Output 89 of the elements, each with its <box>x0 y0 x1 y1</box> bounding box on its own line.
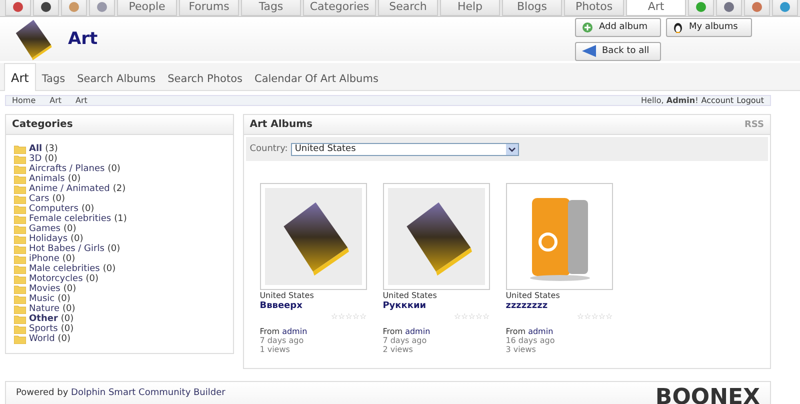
category-link[interactable]: iPhone <box>29 254 60 264</box>
header-button[interactable]: Back to all <box>575 42 661 60</box>
sub-tab[interactable]: Tags <box>36 67 72 91</box>
header-button[interactable]: Add album <box>575 18 661 36</box>
category-count: (1) <box>114 214 127 224</box>
category-count: (0) <box>70 234 84 244</box>
from-label: From <box>260 327 281 336</box>
category-count: (0) <box>108 164 120 174</box>
album-country: United States <box>382 291 438 300</box>
album-title[interactable]: Рукккии <box>382 301 490 311</box>
nav-tab[interactable]: Categories <box>303 0 376 16</box>
category-link[interactable]: Anime / Animated <box>29 184 110 194</box>
category-link[interactable]: Holidays <box>29 234 68 244</box>
category-count: (0) <box>44 154 58 164</box>
category-count: (0) <box>63 224 76 234</box>
nav-tab[interactable]: Blogs <box>502 0 562 16</box>
page-title: Art <box>68 29 99 49</box>
sub-tab[interactable]: Art <box>4 63 36 91</box>
category-count: (0) <box>58 334 71 344</box>
category-link[interactable]: Male celebrities <box>29 264 100 274</box>
breadcrumb-link[interactable]: Home <box>12 96 50 105</box>
category-count: (0) <box>63 284 76 294</box>
category-link[interactable]: Aircrafts / Planes <box>29 164 105 174</box>
account-link[interactable]: Logout <box>736 96 764 105</box>
category-link[interactable]: Movies <box>29 284 60 294</box>
author-link[interactable]: admin <box>405 327 430 336</box>
nav-tab[interactable]: Tags <box>241 0 301 16</box>
album-age: 16 days ago <box>506 336 556 345</box>
album-views: 3 views <box>506 345 537 354</box>
dolphin-link[interactable]: Dolphin Smart Community Builder <box>71 388 226 398</box>
category-count: (0) <box>62 254 76 264</box>
category-count: (0) <box>60 324 74 334</box>
category-count: (0) <box>68 174 81 184</box>
category-link[interactable]: All <box>29 144 42 154</box>
album-age: 7 days ago <box>260 336 305 345</box>
author-link[interactable]: admin <box>282 327 308 336</box>
powered-by-text: Powered by Dolphin Smart Community Builder <box>16 388 226 398</box>
category-link[interactable]: 3D <box>29 154 42 164</box>
category-link[interactable]: Sports <box>29 324 58 334</box>
nav-tab[interactable]: Forums <box>179 0 239 16</box>
album-country: United States <box>506 291 561 300</box>
album-views: 1 views <box>260 345 291 354</box>
category-link[interactable]: Computers <box>29 204 78 214</box>
from-label: From <box>382 327 404 336</box>
album-country: United States <box>260 291 315 300</box>
breadcrumb-link[interactable]: Art <box>76 96 102 105</box>
category-link[interactable]: Female celebrities <box>29 214 112 224</box>
category-link[interactable]: Animals <box>29 174 65 184</box>
nav-tab[interactable]: Help <box>440 0 500 16</box>
nav-tab[interactable]: Photos <box>564 0 624 16</box>
category-count: (0) <box>62 304 76 314</box>
category-count: (0) <box>86 274 99 284</box>
nav-tab[interactable]: Search <box>378 0 438 16</box>
greeting-text: Hello, Admin! <box>641 96 698 105</box>
category-link[interactable]: Cars <box>29 194 50 204</box>
category-link[interactable]: Hot Babes / Girls <box>29 244 104 254</box>
author-link[interactable]: admin <box>528 327 554 336</box>
category-link[interactable]: Games <box>29 224 60 234</box>
category-count: (0) <box>102 264 116 274</box>
album-title[interactable]: zzzzzzzz <box>506 301 613 311</box>
category-count: (2) <box>112 184 126 194</box>
category-count: (0) <box>52 194 65 204</box>
category-count: (0) <box>81 204 94 214</box>
sub-tab[interactable]: Calendar Of Art Albums <box>248 67 384 91</box>
panel-title: Art Albums <box>250 119 312 130</box>
album-age: 7 days ago <box>382 336 428 345</box>
sub-tab[interactable]: Search Albums <box>71 67 162 91</box>
category-count: (0) <box>58 294 70 304</box>
album-title[interactable]: Вввеерх <box>260 301 367 311</box>
nav-tab[interactable]: People <box>117 0 177 16</box>
sub-tab[interactable]: Search Photos <box>162 67 248 91</box>
category-count: (0) <box>107 244 120 254</box>
nav-tab[interactable]: Art <box>626 0 686 16</box>
country-label: Country: <box>250 144 288 154</box>
album-views: 2 views <box>382 345 414 354</box>
country-select[interactable]: United States <box>290 142 519 156</box>
breadcrumb-link[interactable]: Art <box>50 96 76 105</box>
header-button[interactable]: My albums <box>666 18 752 36</box>
category-link[interactable]: World <box>29 334 55 344</box>
category-link[interactable]: Music <box>29 294 55 304</box>
from-label: From <box>506 327 527 336</box>
category-link[interactable]: Nature <box>29 304 60 314</box>
account-link[interactable]: Account <box>701 96 734 105</box>
logo-text: BOONEX <box>655 385 760 404</box>
category-count: (0) <box>60 314 74 324</box>
category-count: (3) <box>45 144 58 154</box>
category-link[interactable]: Motorcycles <box>29 274 83 284</box>
panel-title: Categories <box>12 119 73 130</box>
category-link[interactable]: Other <box>29 314 58 324</box>
